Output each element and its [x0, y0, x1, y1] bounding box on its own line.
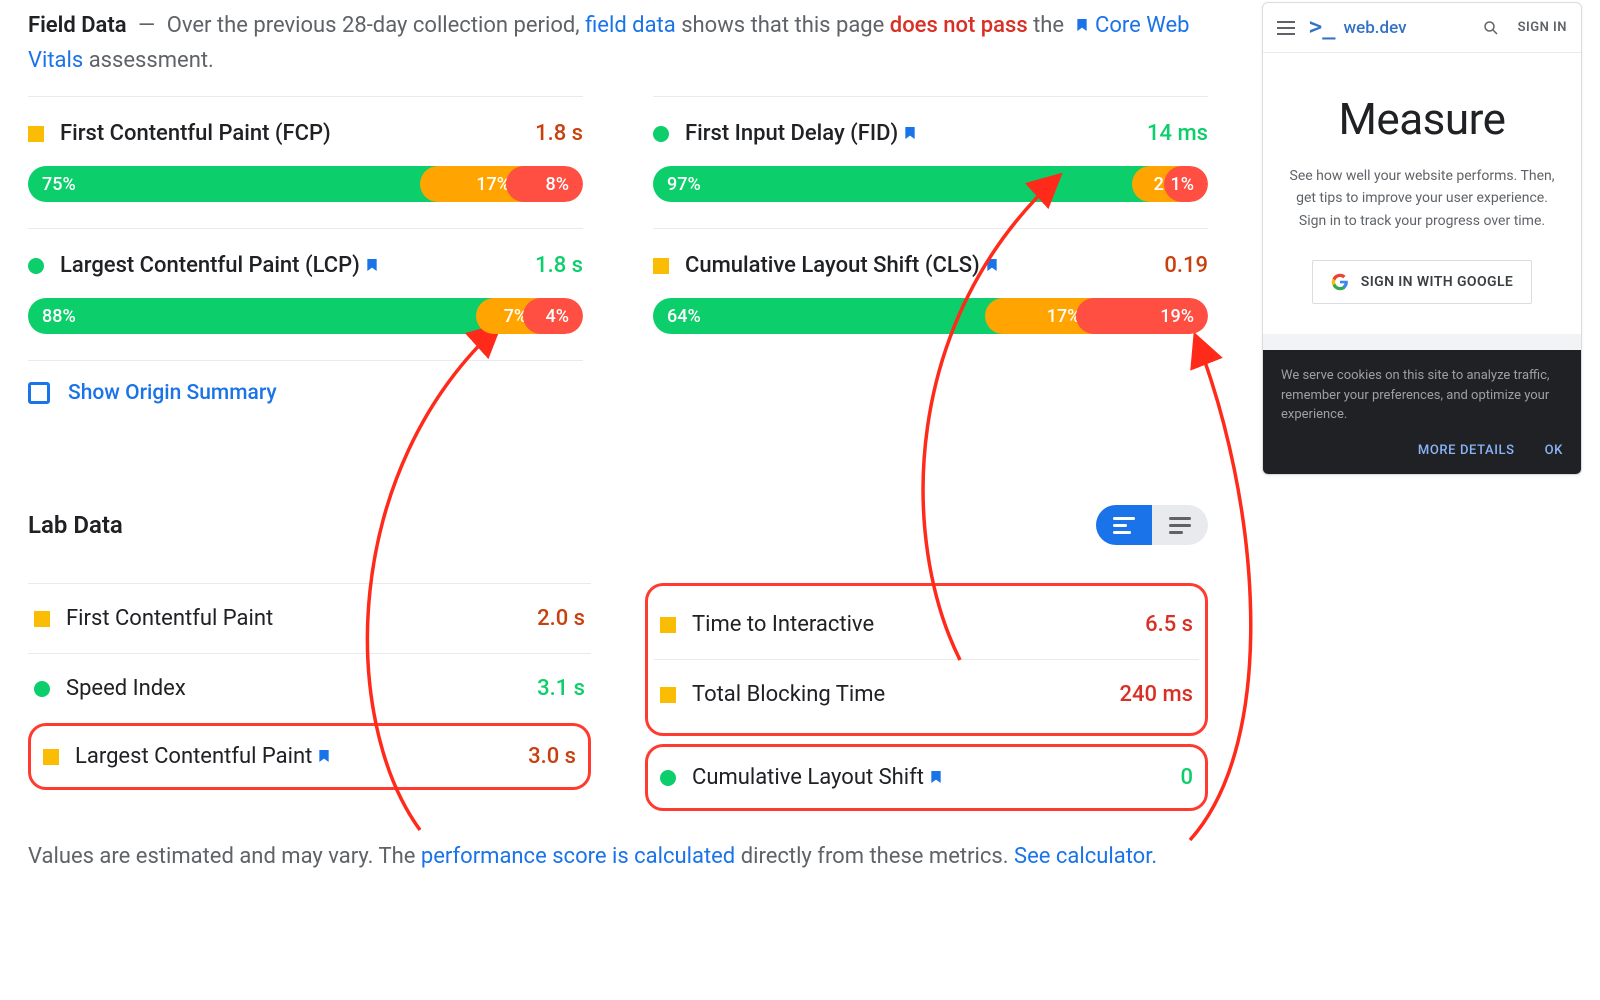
checkbox-icon[interactable]	[28, 382, 50, 404]
lab-row-lcp: Largest Contentful Paint 3.0 s	[37, 728, 582, 785]
distribution-bar: 75% 17% 8%	[28, 166, 583, 202]
dash: —	[138, 13, 155, 38]
view-detailed-button[interactable]	[1096, 505, 1152, 545]
metric-name: Cumulative Layout Shift (CLS)	[685, 253, 1148, 278]
bookmark-icon	[316, 746, 332, 766]
distribution-bar: 64% 17% 19%	[653, 298, 1208, 334]
metric-name: First Input Delay (FID)	[685, 121, 1131, 146]
lab-row-tti: Time to Interactive 6.5 s	[654, 590, 1199, 659]
status-icon	[653, 126, 669, 142]
metric-name: Largest Contentful Paint (LCP)	[60, 253, 519, 278]
status-icon	[653, 258, 669, 274]
highlight-lcp: Largest Contentful Paint 3.0 s	[28, 723, 591, 790]
status-icon	[28, 126, 44, 142]
field-data-link[interactable]: field data	[585, 13, 676, 38]
lab-footnote: Values are estimated and may vary. The p…	[28, 839, 1208, 874]
status-icon	[660, 770, 676, 786]
metric-fid: First Input Delay (FID) 14 ms 97% 2% 1%	[653, 96, 1208, 228]
lab-row-fcp: First Contentful Paint 2.0 s	[28, 583, 591, 653]
metric-value: 1.8 s	[535, 253, 583, 278]
cookie-banner: We serve cookies on this site to analyze…	[1263, 350, 1581, 474]
metric-value: 14 ms	[1147, 121, 1208, 146]
status-icon	[660, 687, 676, 703]
menu-icon[interactable]	[1277, 21, 1295, 35]
metric-value: 0.19	[1164, 253, 1208, 278]
show-origin-summary[interactable]: Show Origin Summary	[28, 360, 583, 425]
perf-score-link[interactable]: performance score is calculated	[421, 844, 735, 869]
status-icon	[34, 611, 50, 627]
view-toggle[interactable]	[1096, 505, 1208, 545]
device-preview: >_ web.dev SIGN IN Measure See how well …	[1262, 2, 1582, 475]
metric-name: First Contentful Paint (FCP)	[60, 121, 519, 146]
bookmark-icon	[984, 255, 1000, 275]
assessment-fail: does not pass	[890, 13, 1028, 38]
lab-row-si: Speed Index 3.1 s	[28, 653, 591, 723]
distribution-bar: 97% 2% 1%	[653, 166, 1208, 202]
bookmark-icon	[364, 255, 380, 275]
measure-description: See how well your website performs. Then…	[1283, 165, 1561, 232]
metric-cls: Cumulative Layout Shift (CLS) 0.19 64% 1…	[653, 228, 1208, 360]
lab-row-cls: Cumulative Layout Shift 0	[654, 749, 1199, 806]
status-icon	[34, 681, 50, 697]
field-data-title: Field Data	[28, 13, 127, 38]
bookmark-icon	[928, 767, 944, 787]
logo-mark-icon: >_	[1309, 15, 1336, 40]
status-icon	[28, 258, 44, 274]
metric-value: 1.8 s	[535, 121, 583, 146]
see-calculator-link[interactable]: See calculator.	[1014, 844, 1157, 869]
google-signin-button[interactable]: SIGN IN WITH GOOGLE	[1312, 260, 1532, 304]
highlight-cls: Cumulative Layout Shift 0	[645, 744, 1208, 811]
view-compact-button[interactable]	[1152, 505, 1208, 545]
highlight-tti-tbt: Time to Interactive 6.5 s Total Blocking…	[645, 583, 1208, 736]
distribution-bar: 88% 7% 4%	[28, 298, 583, 334]
cookie-ok-button[interactable]: OK	[1545, 441, 1563, 461]
origin-label: Show Origin Summary	[68, 381, 277, 405]
lab-row-tbt: Total Blocking Time 240 ms	[654, 659, 1199, 729]
bookmark-icon	[902, 123, 918, 143]
status-icon	[660, 617, 676, 633]
more-details-link[interactable]: MORE DETAILS	[1418, 441, 1515, 461]
measure-heading: Measure	[1283, 93, 1561, 145]
webdev-logo[interactable]: >_ web.dev	[1309, 15, 1407, 40]
metric-fcp: First Contentful Paint (FCP) 1.8 s 75% 1…	[28, 96, 583, 228]
sign-in-link[interactable]: SIGN IN	[1518, 20, 1567, 35]
google-icon	[1331, 273, 1349, 291]
bookmark-icon	[1074, 15, 1090, 35]
lab-data-title: Lab Data	[28, 511, 123, 539]
metric-lcp: Largest Contentful Paint (LCP) 1.8 s 88%…	[28, 228, 583, 360]
cookie-text: We serve cookies on this site to analyze…	[1281, 366, 1563, 425]
field-data-summary: Field Data — Over the previous 28-day co…	[28, 8, 1208, 78]
search-icon[interactable]	[1482, 19, 1500, 37]
status-icon	[43, 749, 59, 765]
